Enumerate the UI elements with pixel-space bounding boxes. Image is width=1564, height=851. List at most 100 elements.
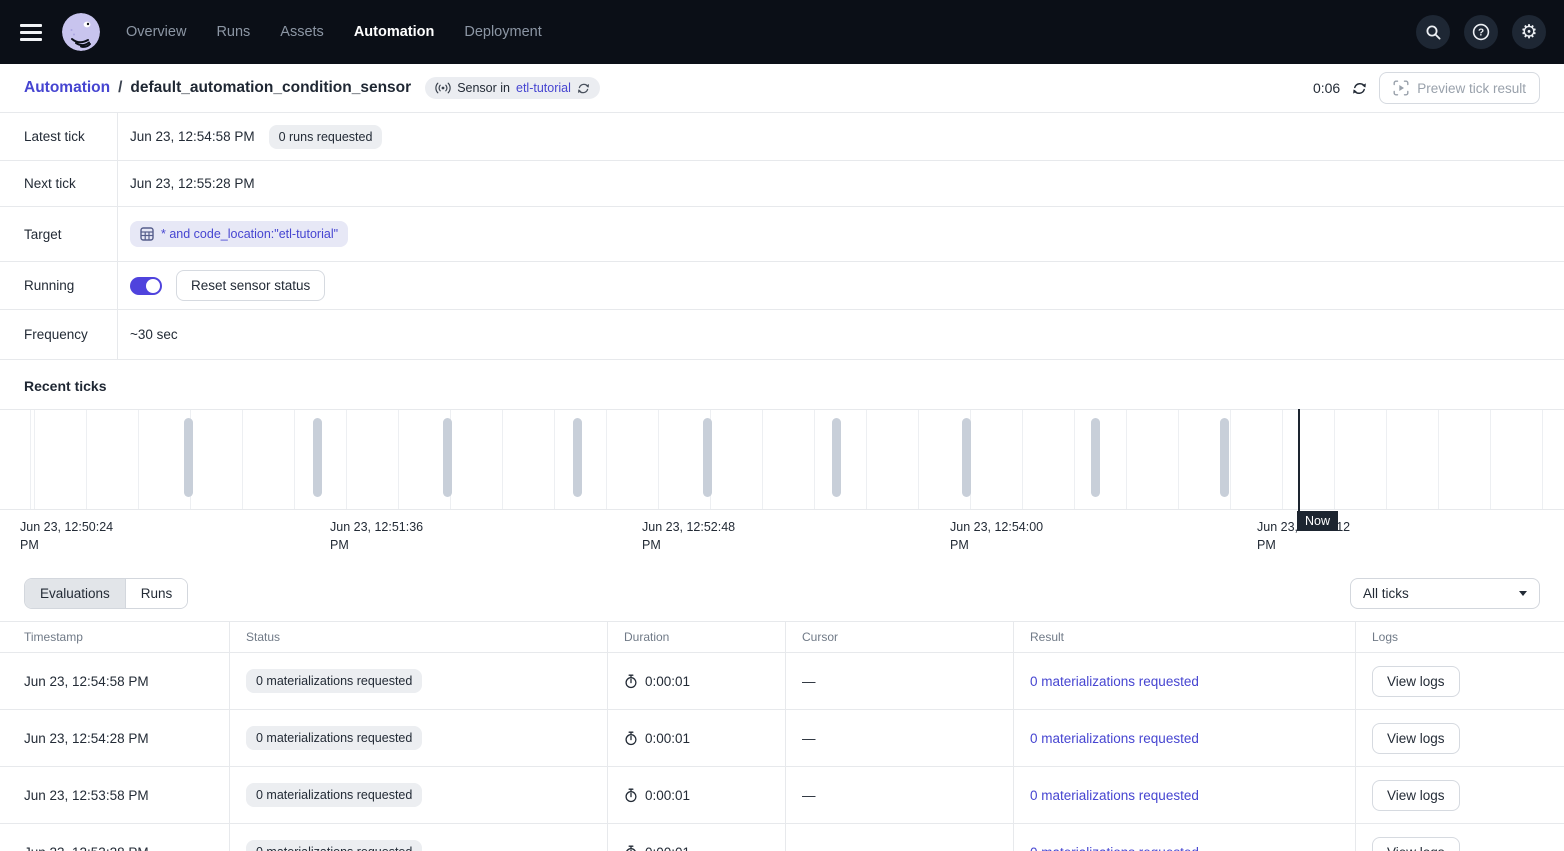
settings-button[interactable]: ⚙ (1512, 15, 1546, 49)
view-logs-button[interactable]: View logs (1372, 837, 1460, 851)
nav-item-overview[interactable]: Overview (126, 24, 186, 40)
next-tick-label: Next tick (0, 161, 118, 206)
refresh-icon[interactable] (577, 82, 590, 95)
next-tick-value: Jun 23, 12:55:28 PM (130, 176, 255, 191)
view-logs-button[interactable]: View logs (1372, 723, 1460, 754)
tick-result-link[interactable]: 0 materializations requested (1030, 731, 1199, 746)
page-header: Automation / default_automation_conditio… (0, 64, 1564, 113)
evaluations-table: Timestamp Status Duration Cursor Result … (0, 621, 1564, 851)
tick-timestamp: Jun 23, 12:54:28 PM (0, 710, 230, 766)
tick-bar[interactable] (184, 418, 193, 497)
refresh-icon (1352, 81, 1367, 96)
nav-item-deployment[interactable]: Deployment (464, 24, 541, 40)
dagster-logo[interactable] (62, 13, 100, 51)
tick-result-link[interactable]: 0 materializations requested (1030, 674, 1199, 689)
latest-tick-value: Jun 23, 12:54:58 PM (130, 129, 255, 144)
tick-cursor: — (786, 653, 1014, 709)
tab-evaluations[interactable]: Evaluations (25, 579, 126, 608)
breadcrumb-automation-link[interactable]: Automation (24, 79, 110, 97)
tick-status-filter-dropdown[interactable]: All ticks (1350, 578, 1540, 609)
ticks-toolbar: Evaluations Runs All ticks (0, 565, 1564, 621)
table-header-row: Timestamp Status Duration Cursor Result … (0, 622, 1564, 653)
timeline-axis-label: Jun 23, 12:51:36PM (330, 518, 423, 554)
stopwatch-icon (624, 788, 638, 803)
timeline-axis-label: Jun 23, 12:52:48PM (642, 518, 735, 554)
status-badge: 0 materializations requested (246, 669, 422, 693)
reset-sensor-status-button[interactable]: Reset sensor status (176, 270, 325, 301)
nav-menu: Overview Runs Assets Automation Deployme… (126, 24, 542, 40)
tick-bar[interactable] (962, 418, 971, 497)
runs-requested-badge: 0 runs requested (269, 125, 383, 149)
breadcrumb-separator: / (118, 79, 122, 97)
col-logs: Logs (1356, 622, 1564, 652)
table-row: Jun 23, 12:53:28 PM 0 materializations r… (0, 824, 1564, 851)
tick-timestamp: Jun 23, 12:54:58 PM (0, 653, 230, 709)
running-toggle[interactable] (130, 277, 162, 295)
col-result: Result (1014, 622, 1356, 652)
col-cursor: Cursor (786, 622, 1014, 652)
timeline-axis-label: Jun 23, 12:50:24PM (20, 518, 113, 554)
stopwatch-icon (624, 845, 638, 851)
preview-icon (1393, 80, 1409, 96)
tick-bar[interactable] (832, 418, 841, 497)
tick-bar[interactable] (443, 418, 452, 497)
stopwatch-icon (624, 674, 638, 689)
refresh-countdown: 0:06 (1313, 80, 1340, 96)
target-row: Target * and code_location:"etl-tutorial… (0, 207, 1564, 262)
ticks-timeline: Jun 23, 12:50:24PM Jun 23, 12:51:36PM Jun … (0, 409, 1564, 565)
tick-bar[interactable] (703, 418, 712, 497)
next-tick-row: Next tick Jun 23, 12:55:28 PM (0, 161, 1564, 207)
search-button[interactable] (1416, 15, 1450, 49)
tab-runs[interactable]: Runs (126, 579, 188, 608)
nav-item-automation[interactable]: Automation (354, 24, 435, 40)
tick-cursor: — (786, 710, 1014, 766)
tick-bar[interactable] (313, 418, 322, 497)
tick-cursor: — (786, 767, 1014, 823)
search-icon (1425, 24, 1442, 41)
page-title: default_automation_condition_sensor (130, 79, 411, 97)
help-button[interactable]: ? (1464, 15, 1498, 49)
running-label: Running (0, 262, 118, 309)
code-location-link[interactable]: etl-tutorial (516, 81, 571, 95)
status-badge: 0 materializations requested (246, 726, 422, 750)
tick-duration: 0:00:01 (645, 731, 690, 746)
tick-bar[interactable] (573, 418, 582, 497)
sensor-details: Latest tick Jun 23, 12:54:58 PM 0 runs r… (0, 113, 1564, 360)
view-logs-button[interactable]: View logs (1372, 666, 1460, 697)
tick-bar[interactable] (1220, 418, 1229, 497)
nav-item-assets[interactable]: Assets (280, 24, 324, 40)
asset-selection-icon (140, 227, 154, 241)
tick-timestamp: Jun 23, 12:53:58 PM (0, 767, 230, 823)
refresh-button[interactable] (1352, 81, 1367, 96)
now-marker-line (1298, 409, 1300, 512)
menu-icon[interactable] (20, 21, 48, 43)
gear-icon: ⚙ (1520, 23, 1537, 42)
target-label: Target (0, 207, 118, 261)
tick-bar[interactable] (1091, 418, 1100, 497)
tick-cursor: — (786, 824, 1014, 851)
tick-result-link[interactable]: 0 materializations requested (1030, 845, 1199, 851)
status-badge: 0 materializations requested (246, 840, 422, 851)
table-row: Jun 23, 12:54:58 PM 0 materializations r… (0, 653, 1564, 710)
stopwatch-icon (624, 731, 638, 746)
latest-tick-row: Latest tick Jun 23, 12:54:58 PM 0 runs r… (0, 113, 1564, 161)
col-timestamp: Timestamp (0, 622, 230, 652)
recent-ticks-heading: Recent ticks (0, 360, 1564, 409)
timeline-axis-label: Jun 23, 12:54:00PM (950, 518, 1043, 554)
sensor-icon (435, 82, 451, 94)
preview-tick-result-button[interactable]: Preview tick result (1379, 72, 1540, 104)
table-row: Jun 23, 12:54:28 PM 0 materializations r… (0, 710, 1564, 767)
nav-item-runs[interactable]: Runs (216, 24, 250, 40)
frequency-value: ~30 sec (130, 327, 178, 342)
top-nav: Overview Runs Assets Automation Deployme… (0, 0, 1564, 64)
target-selection-link[interactable]: * and code_location:"etl-tutorial" (130, 221, 348, 247)
tick-duration: 0:00:01 (645, 845, 690, 851)
timeline-plot (0, 409, 1564, 510)
svg-text:?: ? (1478, 28, 1484, 39)
sensor-badge-label: Sensor in (457, 81, 510, 95)
view-logs-button[interactable]: View logs (1372, 780, 1460, 811)
tick-result-link[interactable]: 0 materializations requested (1030, 788, 1199, 803)
col-duration: Duration (608, 622, 786, 652)
tick-duration: 0:00:01 (645, 674, 690, 689)
tick-duration: 0:00:01 (645, 788, 690, 803)
